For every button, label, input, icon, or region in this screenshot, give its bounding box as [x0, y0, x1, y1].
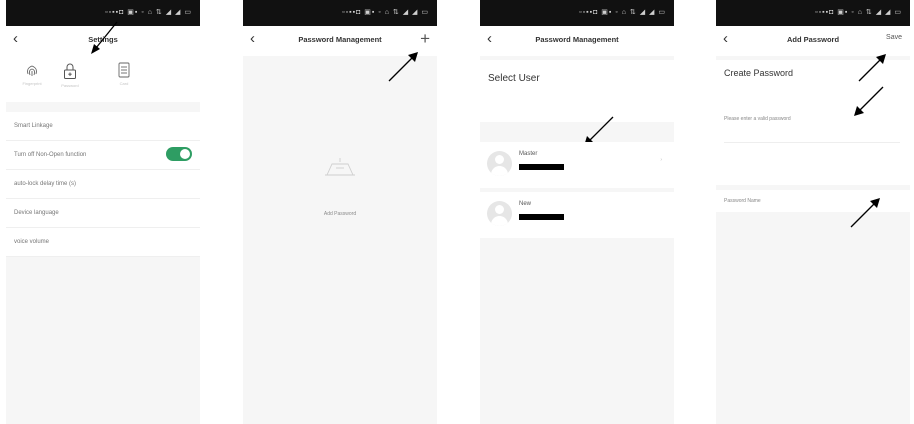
setting-non-open-function: Turn off Non-Open function: [6, 141, 200, 170]
annotation-arrow: [854, 86, 884, 116]
save-button[interactable]: Save: [886, 34, 902, 41]
status-bar: ▫▫▪▪◘ ▣▪ ◦ ⌂ ⇅ ◢ ◢ ▭: [243, 0, 437, 26]
annotation-arrow: [388, 52, 418, 82]
feature-card[interactable]: Card: [104, 62, 144, 86]
create-password-title: Create Password: [724, 68, 794, 78]
setting-smart-linkage[interactable]: Smart Linkage: [6, 112, 200, 141]
page-title: Add Password: [786, 35, 840, 44]
password-management-screen: ▫▫▪▪◘ ▣▪ ◦ ⌂ ⇅ ◢ ◢ ▭ ‹ Password Manageme…: [243, 0, 437, 424]
redaction-bar: [519, 164, 564, 170]
feature-icon-row: Fingerprint Password Card: [6, 56, 200, 102]
setting-label: Turn off Non-Open function: [14, 152, 87, 158]
page-title: Password Management: [298, 35, 382, 44]
setting-device-language[interactable]: Device language: [6, 199, 200, 228]
select-user-header: Select User: [480, 60, 674, 122]
non-open-toggle[interactable]: [166, 147, 192, 161]
add-icon[interactable]: +: [420, 29, 430, 49]
setting-voice-volume[interactable]: voice volume: [6, 228, 200, 257]
annotation-arrow: [850, 198, 880, 228]
add-password-screen: ▫▫▪▪◘ ▣▪ ◦ ⌂ ⇅ ◢ ◢ ▭ ‹ Add Password Save…: [716, 0, 910, 424]
avatar: [487, 201, 512, 226]
status-bar: ▫▫▪▪◘ ▣▪ ◦ ⌂ ⇅ ◢ ◢ ▭: [716, 0, 910, 26]
setting-label: auto-lock delay time (s): [14, 181, 77, 187]
empty-state-icon: [325, 158, 355, 176]
user-name: New: [519, 201, 532, 207]
annotation-arrow: [91, 21, 118, 54]
password-input[interactable]: [724, 126, 900, 143]
feature-password[interactable]: Password: [50, 62, 90, 88]
feature-label: Password: [61, 83, 79, 88]
chevron-right-icon: ›: [660, 157, 662, 163]
page-title: Password Management: [535, 35, 619, 44]
user-name: Master: [519, 151, 538, 157]
select-user-screen: ▫▫▪▪◘ ▣▪ ◦ ⌂ ⇅ ◢ ◢ ▭ ‹ Password Manageme…: [480, 0, 674, 424]
setting-auto-lock-delay[interactable]: auto-lock delay time (s): [6, 170, 200, 199]
navbar: ‹ Password Management: [480, 26, 674, 56]
add-password-button[interactable]: Add Password: [303, 211, 377, 217]
user-item-new[interactable]: New: [480, 192, 674, 238]
redaction-bar: [519, 214, 564, 220]
lock-icon: [64, 63, 76, 79]
setting-label: voice volume: [14, 239, 50, 245]
card-icon: [118, 62, 130, 78]
feature-label: Card: [119, 81, 129, 86]
annotation-arrow: [858, 54, 886, 82]
setting-label: Device language: [14, 210, 59, 216]
password-name-label: Password Name: [724, 198, 761, 204]
status-bar: ▫▫▪▪◘ ▣▪ ◦ ⌂ ⇅ ◢ ◢ ▭: [480, 0, 674, 26]
avatar: [487, 151, 512, 176]
setting-label: Smart Linkage: [14, 123, 53, 129]
select-user-title: Select User: [488, 73, 540, 84]
feature-fingerprint[interactable]: Fingerprint: [12, 62, 52, 86]
fingerprint-icon: [27, 65, 37, 76]
feature-label: Fingerprint: [22, 81, 42, 86]
settings-list: Smart Linkage Turn off Non-Open function…: [6, 112, 200, 257]
user-item-master[interactable]: Master ›: [480, 142, 674, 188]
settings-screen: ▫▫▪▪◘ ▣▪ ◦ ⌂ ⇅ ◢ ◢ ▭ ‹ Settings Fingerpr…: [6, 0, 200, 424]
password-prompt: Please enter a valid password: [724, 116, 791, 122]
